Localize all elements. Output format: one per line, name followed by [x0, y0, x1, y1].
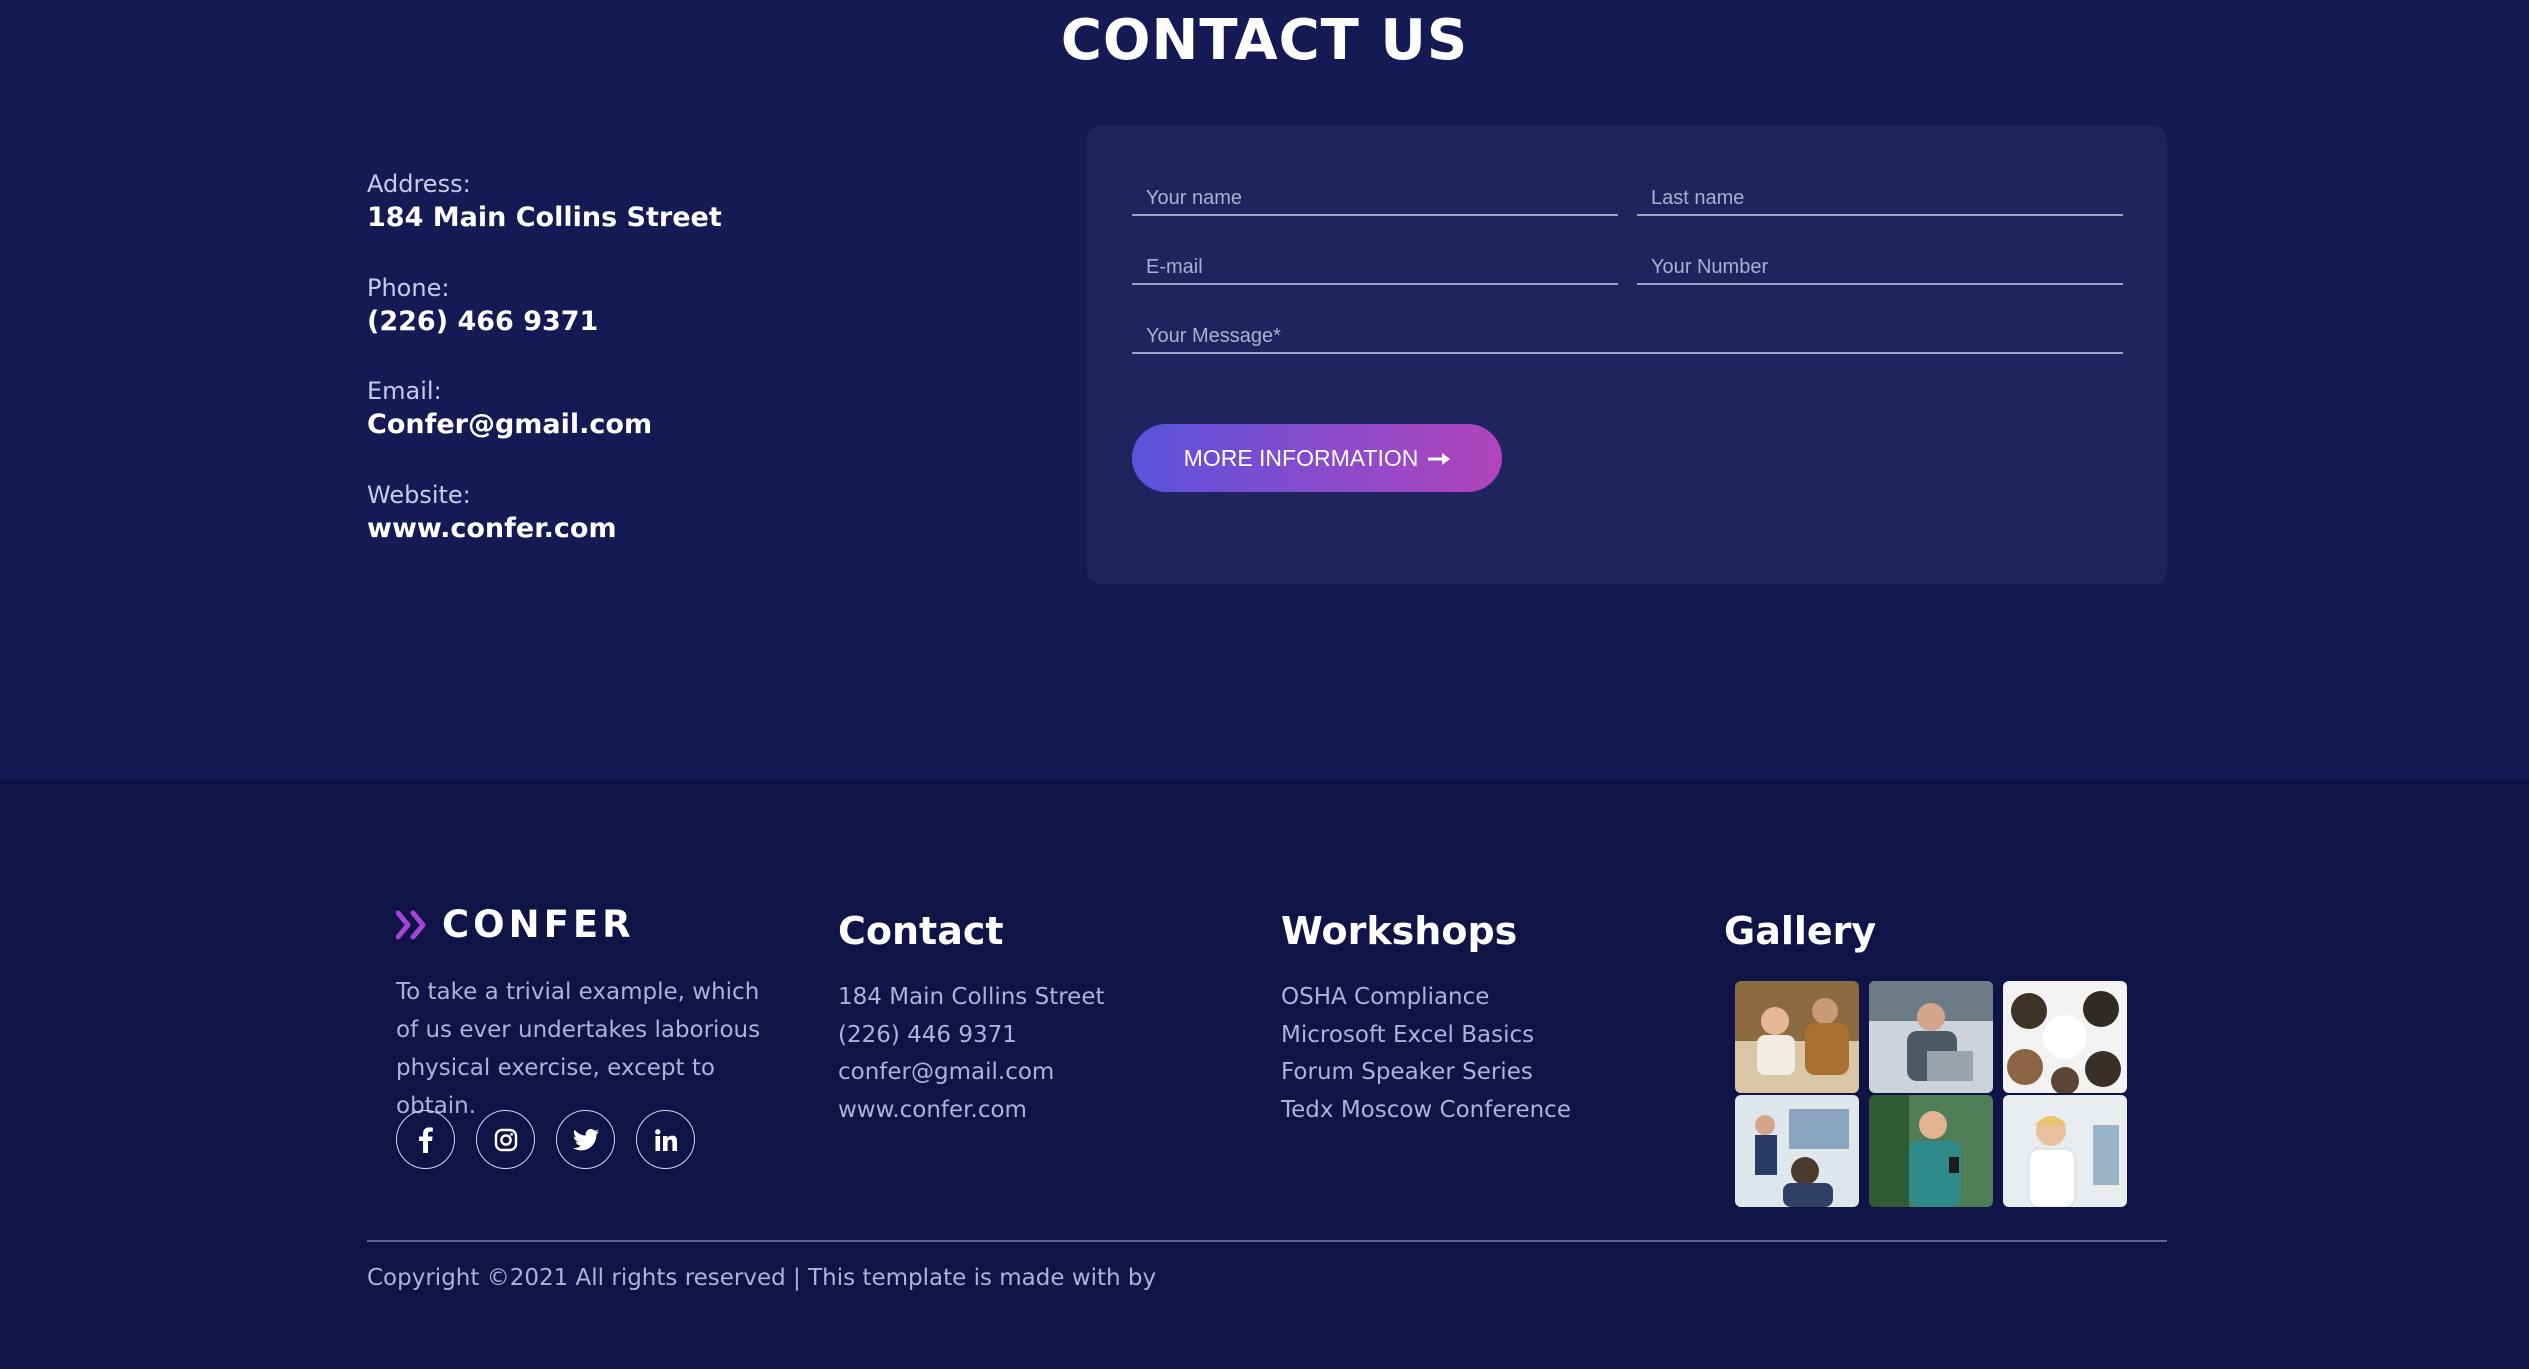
copyright-text: Copyright ©2021 All rights reserved | Th…	[367, 1265, 1157, 1291]
phone-block: Phone: (226) 466 9371	[367, 272, 598, 340]
email-value: Confer@gmail.com	[367, 409, 653, 440]
gallery-column-title: Gallery	[1724, 909, 1877, 953]
email-input[interactable]	[1132, 241, 1618, 283]
footer-contact-address[interactable]: 184 Main Collins Street	[838, 984, 1105, 1010]
linkedin-icon[interactable]	[636, 1110, 695, 1169]
more-information-button[interactable]: MORE INFORMATION	[1132, 424, 1502, 492]
gallery-thumb-office-worker[interactable]	[2003, 1095, 2127, 1207]
contact-form: MORE INFORMATION	[1087, 126, 2167, 584]
phone-label: Phone:	[367, 274, 450, 302]
contact-column-list: 184 Main Collins Street (226) 446 9371 c…	[838, 979, 1105, 1129]
list-item[interactable]: Tedx Moscow Conference	[1281, 1092, 1571, 1130]
list-item[interactable]: www.confer.com	[838, 1092, 1105, 1130]
address-value: 184 Main Collins Street	[367, 202, 722, 233]
workshop-link-forum[interactable]: Forum Speaker Series	[1281, 1059, 1533, 1085]
arrow-right-icon	[1428, 445, 1451, 472]
list-item[interactable]: OSHA Compliance	[1281, 979, 1571, 1017]
workshop-link-osha[interactable]: OSHA Compliance	[1281, 984, 1489, 1010]
list-item[interactable]: (226) 446 9371	[838, 1017, 1105, 1055]
contact-column-title: Contact	[838, 909, 1004, 953]
footer-contact-website[interactable]: www.confer.com	[838, 1097, 1027, 1123]
list-item[interactable]: 184 Main Collins Street	[838, 979, 1105, 1017]
gallery-grid	[1735, 981, 2127, 1207]
message-input[interactable]	[1132, 310, 2123, 352]
first-name-field-wrap	[1132, 172, 1618, 216]
list-item[interactable]: Microsoft Excel Basics	[1281, 1017, 1571, 1055]
social-links	[396, 1110, 695, 1169]
address-label: Address:	[367, 170, 471, 198]
brand-name: CONFER	[442, 903, 635, 946]
contact-section: CONTACT US Address: 184 Main Collins Str…	[0, 0, 2529, 779]
site-footer: CONFER To take a trivial example, which …	[0, 779, 2529, 1369]
instagram-icon[interactable]	[476, 1110, 535, 1169]
message-field-wrap	[1132, 310, 2123, 354]
brand[interactable]: CONFER	[395, 903, 635, 946]
number-input[interactable]	[1637, 241, 2123, 283]
footer-contact-phone[interactable]: (226) 446 9371	[838, 1022, 1017, 1048]
gallery-thumb-presentation[interactable]	[1735, 1095, 1859, 1207]
workshops-column-title: Workshops	[1281, 909, 1518, 953]
about-text: To take a trivial example, which of us e…	[396, 979, 761, 1119]
email-field-wrap	[1132, 241, 1618, 285]
workshops-column-list: OSHA Compliance Microsoft Excel Basics F…	[1281, 979, 1571, 1129]
gallery-thumb-team-huddle[interactable]	[2003, 981, 2127, 1093]
facebook-icon[interactable]	[396, 1110, 455, 1169]
website-block: Website: www.confer.com	[367, 479, 617, 547]
section-title: CONTACT US	[1060, 8, 1469, 73]
first-name-input[interactable]	[1132, 172, 1618, 214]
website-value: www.confer.com	[367, 513, 617, 544]
number-field-wrap	[1637, 241, 2123, 285]
gallery-thumb-meeting[interactable]	[1735, 981, 1859, 1093]
phone-value: (226) 466 9371	[367, 306, 599, 337]
workshop-link-excel[interactable]: Microsoft Excel Basics	[1281, 1022, 1534, 1048]
website-label: Website:	[367, 481, 471, 509]
more-information-label: MORE INFORMATION	[1183, 444, 1419, 471]
list-item[interactable]: confer@gmail.com	[838, 1054, 1105, 1092]
last-name-input[interactable]	[1637, 172, 2123, 214]
gallery-thumb-phone-user[interactable]	[1869, 1095, 1993, 1207]
email-block: Email: Confer@gmail.com	[367, 375, 652, 443]
gallery-thumb-laptop-worker[interactable]	[1869, 981, 1993, 1093]
email-label: Email:	[367, 377, 442, 405]
list-item[interactable]: Forum Speaker Series	[1281, 1054, 1571, 1092]
double-chevron-logo-icon	[395, 910, 432, 940]
workshop-link-tedx[interactable]: Tedx Moscow Conference	[1281, 1097, 1571, 1123]
footer-divider	[367, 1240, 2167, 1242]
last-name-field-wrap	[1637, 172, 2123, 216]
footer-contact-email[interactable]: confer@gmail.com	[838, 1059, 1054, 1085]
twitter-icon[interactable]	[556, 1110, 615, 1169]
address-block: Address: 184 Main Collins Street	[367, 168, 722, 236]
